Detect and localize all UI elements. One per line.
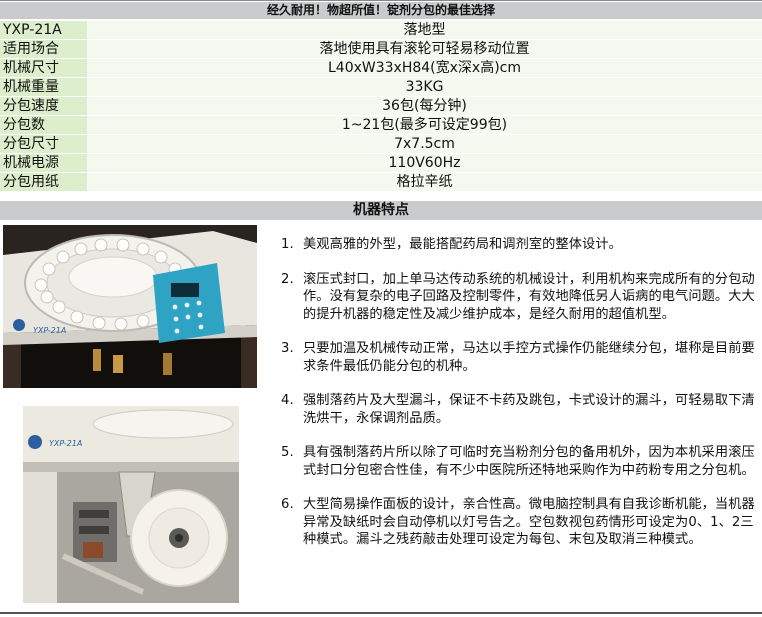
spec-row: 机械尺寸 L40xW33xH84(宽x深x高)cm — [0, 59, 762, 77]
spec-label: 分包数 — [0, 116, 87, 134]
spec-value: 7x7.5cm — [87, 135, 762, 153]
spec-label: 分包速度 — [0, 97, 87, 115]
feature-text: 美观高雅的外型，最能搭配药局和调剂室的整体设计。 — [303, 237, 622, 252]
feature-item: 2. 滚压式封口，加上单马达传动系统的机械设计，利用机构来完成所有的分包动作。没有… — [281, 271, 759, 324]
spec-label: 机械电源 — [0, 154, 87, 172]
feature-text: 只要加温及机械传动正常，马达以手控方式操作仍能继续分包，堪称是目前要求条件最低仍… — [303, 341, 755, 374]
top-border — [0, 0, 762, 1]
spec-label: YXP-21A — [0, 21, 87, 39]
features-title: 机器特点 — [0, 201, 762, 220]
spec-row: 机械重量 33KG — [0, 78, 762, 96]
machine-top-photo: YXP-21A — [3, 225, 257, 388]
machine-open-photo: YXP-21A — [23, 406, 239, 603]
feature-number: 2. — [281, 271, 294, 287]
spec-value: 1~21包(最多可设定99包) — [87, 116, 762, 134]
feature-text: 强制落药片及大型漏斗，保证不卡药及跳包，卡式设计的漏斗，可轻易取下清洗烘干，永保… — [303, 393, 755, 426]
feature-number: 6. — [281, 497, 294, 512]
feature-number: 4. — [281, 393, 294, 408]
feature-text: 具有强制落药片所以除了可临时充当粉剂分包的备用机外，因为本机采用滚压式封口分包密… — [303, 445, 755, 478]
spec-table: YXP-21A 落地型 适用场合 落地使用具有滚轮可轻易移动位置 机械尺寸 L40xW… — [0, 20, 762, 192]
machine-model-label: YXP-21A — [33, 326, 66, 335]
feature-item: 4. 强制落药片及大型漏斗，保证不卡药及跳包，卡式设计的漏斗，可轻易取下清洗烘干，… — [281, 392, 759, 427]
spec-value: 落地使用具有滚轮可轻易移动位置 — [87, 40, 762, 58]
spec-label: 适用场合 — [0, 40, 87, 58]
feature-number: 1. — [281, 237, 294, 252]
feature-text: 滚压式封口，加上单马达传动系统的机械设计，利用机构来完成所有的分包动作。没有复杂… — [303, 271, 755, 322]
spec-label: 分包尺寸 — [0, 135, 87, 153]
spec-value: 格拉辛纸 — [87, 173, 762, 191]
spec-row: 分包尺寸 7x7.5cm — [0, 135, 762, 153]
spec-row: 分包用纸 格拉辛纸 — [0, 173, 762, 191]
spec-label: 分包用纸 — [0, 173, 87, 191]
spec-row: 分包数 1~21包(最多可设定99包) — [0, 116, 762, 134]
feature-item: 6. 大型简易操作面板的设计，亲合性高。微电脑控制具有自我诊断机能，当机器异常及缺… — [281, 496, 759, 549]
feature-item: 5. 具有强制落药片所以除了可临时充当粉剂分包的备用机外，因为本机采用滚压式封口分… — [281, 444, 759, 479]
banner: 经久耐用！物超所值！锭剂分包的最佳选择 — [0, 2, 762, 19]
spec-label: 机械重量 — [0, 78, 87, 96]
feature-item: 1. 美观高雅的外型，最能搭配药局和调剂室的整体设计。 — [281, 236, 759, 254]
spec-row: 分包速度 36包(每分钟) — [0, 97, 762, 115]
feature-text: 大型简易操作面板的设计，亲合性高。微电脑控制具有自我诊断机能，当机器异常及缺纸时… — [303, 497, 755, 547]
spec-row: 适用场合 落地使用具有滚轮可轻易移动位置 — [0, 40, 762, 58]
spec-value: L40xW33xH84(宽x深x高)cm — [87, 59, 762, 77]
spec-row: 机械电源 110V60Hz — [0, 154, 762, 172]
feature-list: 1. 美观高雅的外型，最能搭配药局和调剂室的整体设计。 2. 滚压式封口，加上单马达… — [281, 236, 759, 566]
feature-item: 3. 只要加温及机械传动正常，马达以手控方式操作仍能继续分包，堪称是目前要求条件最… — [281, 340, 759, 375]
spec-value: 落地型 — [87, 21, 762, 39]
spec-value: 110V60Hz — [87, 154, 762, 172]
spec-value: 33KG — [87, 78, 762, 96]
bottom-border — [0, 612, 762, 614]
spec-label: 机械尺寸 — [0, 59, 87, 77]
spec-value: 36包(每分钟) — [87, 97, 762, 115]
feature-number: 3. — [281, 341, 294, 356]
spec-row: YXP-21A 落地型 — [0, 21, 762, 39]
machine-model-label: YXP-21A — [49, 439, 82, 448]
feature-number: 5. — [281, 445, 294, 460]
